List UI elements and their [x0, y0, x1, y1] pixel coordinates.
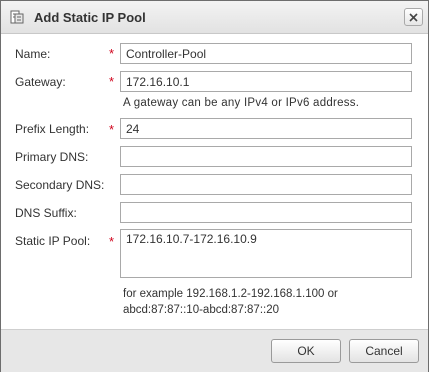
dialog-footer: OK Cancel [1, 329, 428, 372]
secondary-dns-field[interactable] [120, 174, 412, 195]
static-ip-pool-field[interactable]: 172.16.10.7-172.16.10.9 [120, 229, 412, 278]
secondary-dns-label: Secondary DNS: [15, 178, 105, 192]
prefix-length-field[interactable] [120, 118, 412, 139]
static-ip-pool-required-marker: * [109, 234, 115, 249]
gateway-hint: A gateway can be any IPv4 or IPv6 addres… [123, 97, 360, 109]
cancel-button[interactable]: Cancel [349, 339, 419, 363]
static-ip-pool-hint-line1: for example 192.168.1.2-192.168.1.100 or [123, 288, 338, 300]
name-field[interactable] [120, 43, 412, 64]
dns-suffix-field[interactable] [120, 202, 412, 223]
primary-dns-field[interactable] [120, 146, 412, 167]
primary-dns-label: Primary DNS: [15, 150, 89, 164]
static-ip-pool-label: Static IP Pool: [15, 234, 91, 248]
static-ip-pool-hint-line2: abcd:87:87::10-abcd:87:87::20 [123, 304, 280, 316]
gateway-required-marker: * [109, 74, 115, 89]
prefix-length-required-marker: * [109, 122, 115, 137]
gateway-label: Gateway: [15, 75, 66, 89]
ip-pool-form: Name: * Gateway: * A gateway can be any … [1, 34, 428, 329]
name-required-marker: * [109, 46, 115, 61]
dialog-titlebar[interactable]: Add Static IP Pool [1, 1, 428, 34]
prefix-length-label: Prefix Length: [15, 122, 90, 136]
close-icon [409, 13, 418, 22]
ok-button[interactable]: OK [271, 339, 341, 363]
add-static-ip-pool-dialog: Add Static IP Pool Name: * Gateway: * A … [0, 0, 429, 372]
close-button[interactable] [404, 8, 423, 26]
ip-pool-icon [10, 10, 24, 24]
dns-suffix-label: DNS Suffix: [15, 206, 77, 220]
name-label: Name: [15, 47, 51, 61]
dialog-title: Add Static IP Pool [34, 10, 146, 25]
gateway-field[interactable] [120, 71, 412, 92]
